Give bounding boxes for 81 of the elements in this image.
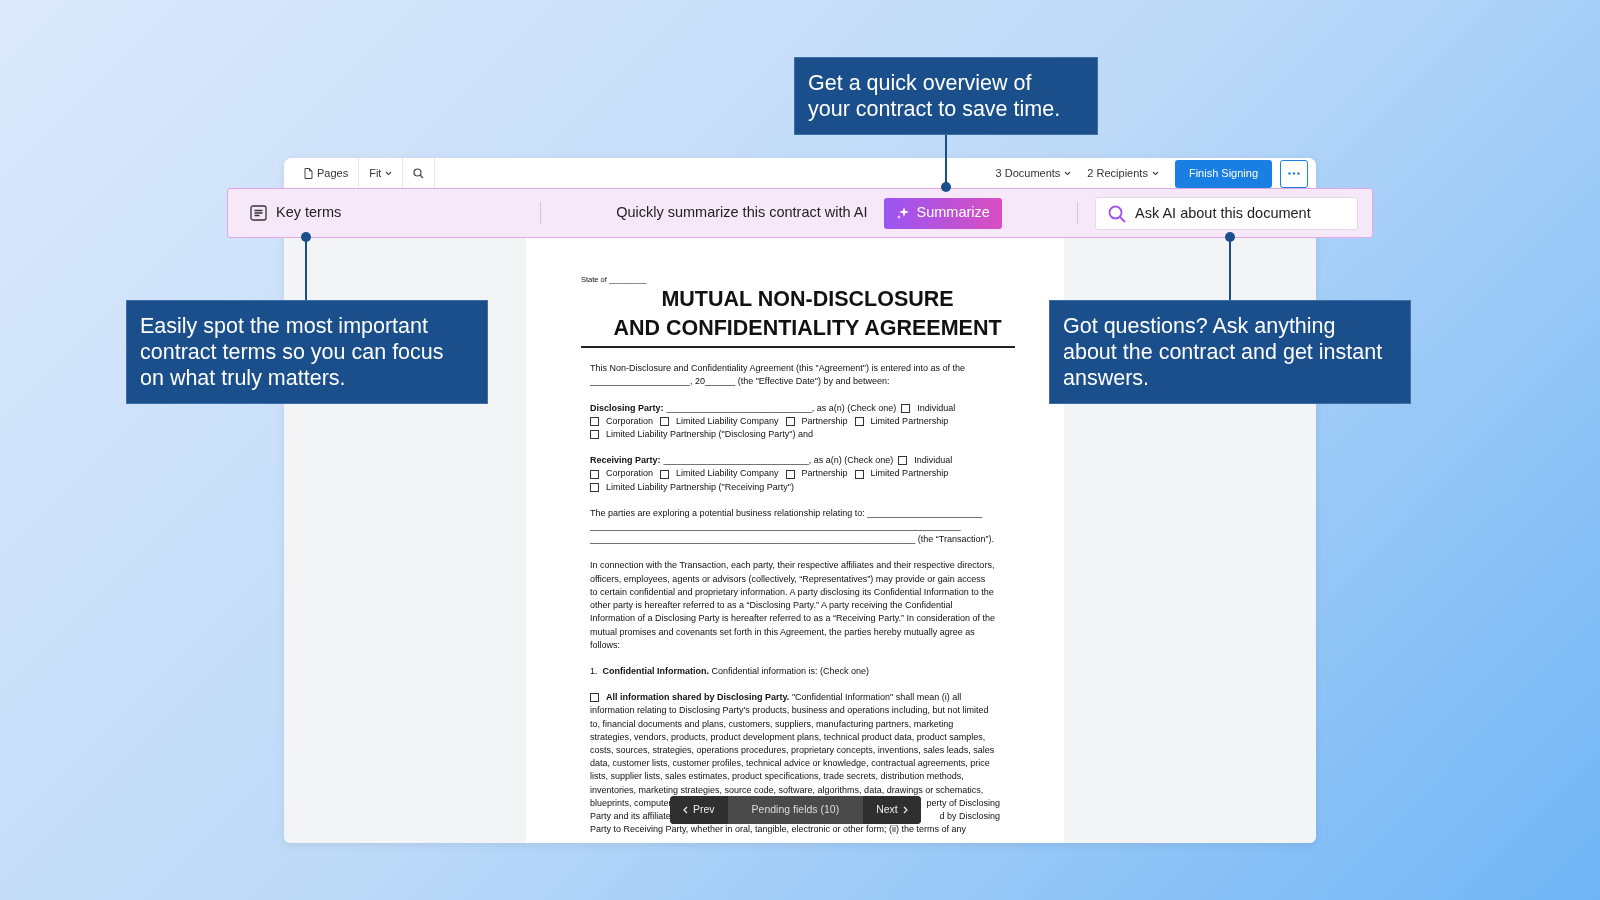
document-text: Individual — [914, 454, 953, 468]
document-text: Limited Liability Company — [676, 414, 779, 428]
document-text: to certain confidential and proprietary information. A party disclosing its Confidential Information to the — [590, 585, 995, 599]
ask-ai-search-field[interactable]: Ask AI about this document — [1095, 196, 1358, 230]
document-text: In connection with the Transaction, each party, their respective affiliates and their respective directors, — [590, 559, 996, 573]
finish-signing-button[interactable]: Finish Signing — [1174, 159, 1272, 188]
pending-fields-label: Pending fields (10) — [727, 796, 864, 824]
chevron-left-icon — [683, 806, 688, 814]
document-text: officers, employees, agents or advisors (collectively, “Representatives”) may provide or gain access — [590, 572, 987, 586]
document-text: Individual — [917, 401, 956, 415]
document-text: follows: — [590, 638, 621, 652]
checkbox[interactable] — [590, 469, 599, 479]
chevron-right-icon — [902, 806, 908, 814]
dropdown-button[interactable]: 3 Documents — [987, 165, 1080, 182]
document-text: strategies, vendors, products, product development plans, technical product data, product samples, — [590, 730, 987, 744]
document-text: Party and its affiliate — [590, 809, 671, 823]
document-text: inventories, marketing strategies, source code, software, algorithms, data, drawings or schematics, — [590, 783, 985, 797]
summarize-prompt: Quickly summarize this contract with AI — [616, 203, 868, 223]
document-text: Receiving Party: — [590, 454, 661, 468]
document-text: Limited Liability Partnership ("Disclosing Party") and — [606, 428, 813, 442]
document-text: Limited Partnership — [870, 467, 949, 481]
checkbox[interactable] — [854, 416, 864, 426]
more-button[interactable] — [1280, 159, 1308, 188]
sparkle-icon — [895, 206, 910, 220]
document-text: _________________________________________________________________ (the “Transaction”). — [590, 533, 996, 547]
checkbox[interactable] — [590, 416, 599, 426]
document-text: Party to Receiving Party, whether in oral, tangible, electronic or other form; (ii) the terms of any — [590, 823, 967, 837]
document-text: information relating to Disclosing Party's products, business and operations including, but not limited — [590, 704, 990, 718]
document-text: The parties are exploring a potential business relationship relating to: _______________________ — [590, 506, 984, 520]
document-text: Partnership — [801, 467, 848, 481]
document-text: perty of Disclosing — [926, 796, 1000, 810]
document-text: Limited Liability Company — [676, 467, 779, 481]
document-text: to, financial documents and plans, customers, suppliers, manufacturing partners, marketing — [590, 717, 955, 731]
checkbox[interactable] — [590, 482, 599, 492]
document-text: All information shared by Disclosing Party. "Confidential Information" shall mean (i) all — [606, 691, 962, 705]
document-title: MUTUAL NON-DISCLOSURE — [660, 286, 955, 314]
document-text: d by Disclosing — [939, 809, 1000, 823]
list-icon — [250, 205, 267, 221]
checkbox[interactable] — [590, 430, 599, 440]
document-text: lists, supplier lists, sales estimates, product specifications, trade secrets, distribution methods, — [590, 770, 965, 784]
chevron-down-icon — [385, 171, 393, 176]
document-icon — [304, 168, 313, 179]
checkbox[interactable] — [901, 403, 911, 413]
checkbox[interactable] — [660, 416, 670, 426]
checkbox[interactable] — [854, 469, 864, 479]
dropdown-button[interactable]: 2 Recipients — [1079, 165, 1167, 182]
document-text: Limited Liability Partnership ("Receiving Party") — [606, 480, 794, 494]
document-text: Confidential Information. Confidential information is: (Check one) — [602, 664, 870, 678]
checkbox[interactable] — [898, 456, 908, 466]
document-text: other party is hereafter referred to as a “Disclosing Party.” A party receiving the Confidential — [590, 599, 954, 613]
prev-button[interactable]: Prev — [670, 796, 728, 824]
list-number: 1. — [590, 664, 598, 678]
document-title: AND CONFIDENTIALITY AGREEMENT — [612, 315, 1003, 343]
document-text: Information of a Disclosing Party is hereafter referred to as a “Receiving Party.” In consideration of the — [590, 612, 997, 626]
more-icon — [1288, 172, 1300, 175]
document-text: Limited Partnership — [870, 414, 949, 428]
document-text: Partnership — [801, 414, 848, 428]
chevron-down-icon — [1064, 171, 1072, 176]
document-text: data, customer lists, customer profiles, technical advice or knowledge, contractual agreements, price — [590, 757, 991, 771]
document-text: _____________________________, as a(n) (Check one) — [666, 401, 897, 415]
document-text: costs, sources, strategies, operations procedures, proprietary concepts, inventions, sales leads, sales — [590, 743, 996, 757]
document-text: Corporation — [606, 467, 654, 481]
document-text: mutual promises and covenants set forth in this Agreement, the parties hereby mutually agree as — [590, 625, 976, 639]
checkbox[interactable] — [785, 469, 795, 479]
document-text: Corporation — [606, 414, 654, 428]
callout-tooltip: Get a quick overview of your contract to save time. — [794, 57, 1098, 135]
checkbox[interactable] — [660, 469, 670, 479]
document-text: _____________________________, as a(n) (Check one) — [663, 454, 894, 468]
callout-tooltip: Easily spot the most important contract terms so you can focus on what truly matters. — [126, 300, 488, 404]
next-button[interactable]: Next — [863, 796, 921, 824]
chevron-down-icon — [1151, 171, 1159, 176]
document-text: This Non-Disclosure and Confidentiality Agreement (this "Agreement") is entered into as of the — [590, 362, 967, 376]
summarize-button[interactable]: Summarize — [883, 197, 1002, 229]
search-icon — [413, 168, 425, 179]
checkbox[interactable] — [785, 416, 795, 426]
document-text: ____________________, 20______ (the "Effective Date") by and between: — [590, 375, 891, 389]
document-text: __________________________________________________________________________ — [590, 520, 962, 534]
callout-tooltip: Got questions? Ask anything about the contract and get instant answers. — [1049, 300, 1411, 404]
checkbox[interactable] — [590, 693, 599, 703]
key-terms-label[interactable]: Key terms — [276, 202, 342, 224]
document-text: Disclosing Party: — [590, 401, 664, 415]
